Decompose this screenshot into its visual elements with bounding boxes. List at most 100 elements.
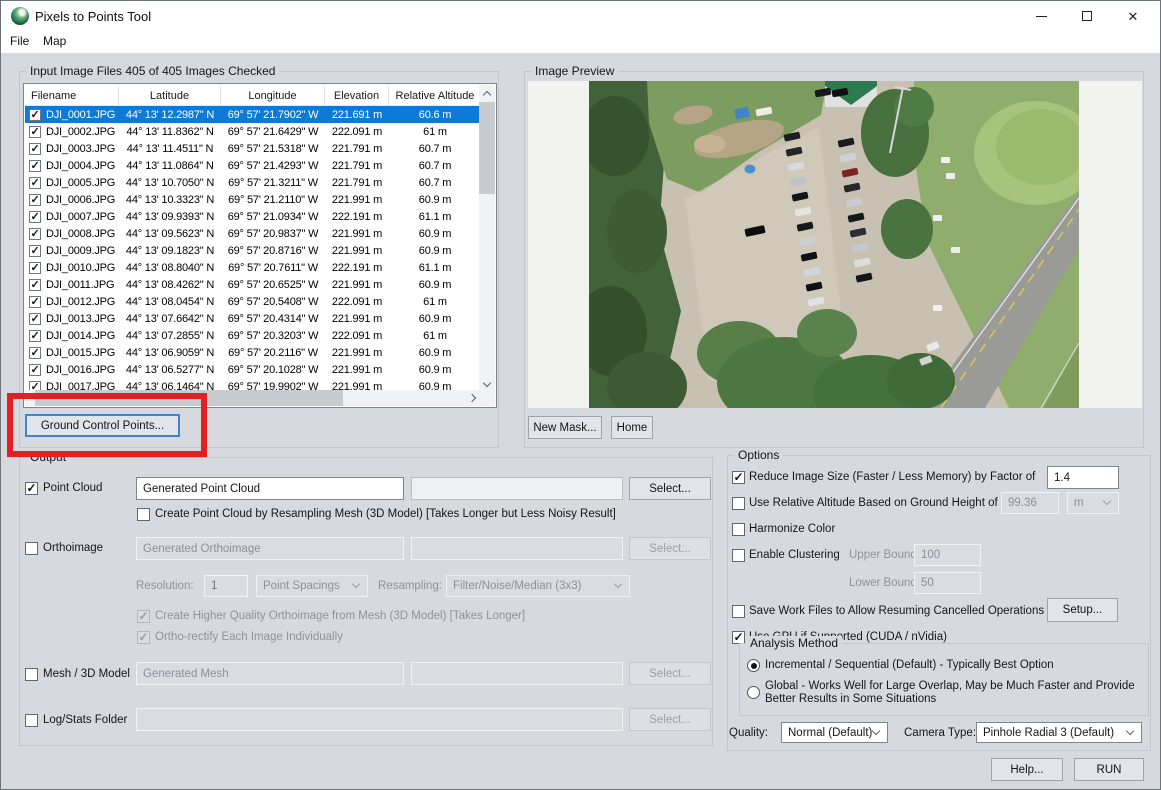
file-table: Filename Latitude Longitude Elevation Re…	[23, 83, 497, 408]
row-checkbox[interactable]	[29, 194, 41, 206]
point-cloud-label: Point Cloud	[43, 482, 102, 494]
filename-text: DJI_0006.JPG	[46, 194, 115, 206]
row-checkbox[interactable]	[29, 228, 41, 240]
file-table-body: DJI_0001.JPG 44° 13' 12.2987" N 69° 57' …	[25, 106, 481, 392]
menu-bar	[1, 31, 1160, 53]
quality-dropdown[interactable]: Normal (Default)	[781, 722, 888, 743]
globe-app-icon	[11, 7, 29, 25]
table-row[interactable]: DJI_0001.JPG 44° 13' 12.2987" N 69° 57' …	[25, 106, 481, 123]
enable-clustering-checkbox[interactable]	[732, 549, 745, 562]
row-checkbox[interactable]	[29, 262, 41, 274]
row-checkbox[interactable]	[29, 313, 41, 325]
menu-file[interactable]: File	[10, 34, 29, 48]
output-group-label: Output	[26, 450, 70, 464]
point-cloud-name-input[interactable]: Generated Point Cloud	[136, 477, 404, 500]
filename-text: DJI_0011.JPG	[46, 279, 114, 291]
column-header-latitude[interactable]: Latitude	[119, 85, 221, 106]
reduce-image-size-checkbox[interactable]	[732, 471, 745, 484]
log-stats-label: Log/Stats Folder	[43, 714, 127, 726]
cell-longitude: 69° 57' 20.4314" W	[221, 310, 325, 327]
column-header-elevation[interactable]: Elevation	[325, 85, 389, 106]
menu-map[interactable]: Map	[43, 34, 66, 48]
global-radio-label: Global - Works Well for Large Overlap, M…	[765, 680, 1147, 706]
row-checkbox[interactable]	[29, 245, 41, 257]
run-button[interactable]: RUN	[1074, 758, 1144, 781]
filename-text: DJI_0009.JPG	[46, 245, 115, 257]
horizontal-scrollbar[interactable]	[25, 390, 481, 406]
table-row[interactable]: DJI_0008.JPG 44° 13' 09.5623" N 69° 57' …	[25, 225, 481, 242]
column-header-filename[interactable]: Filename	[25, 85, 119, 106]
row-checkbox[interactable]	[29, 160, 41, 172]
close-button[interactable]: ✕	[1110, 1, 1156, 31]
maximize-button[interactable]	[1064, 1, 1110, 31]
global-radio[interactable]	[747, 686, 760, 699]
reduce-factor-input[interactable]: 1.4	[1047, 466, 1119, 489]
row-checkbox[interactable]	[29, 211, 41, 223]
relative-altitude-checkbox[interactable]	[732, 497, 745, 510]
scroll-up-button[interactable]	[479, 85, 495, 101]
row-checkbox[interactable]	[29, 296, 41, 308]
filename-text: DJI_0010.JPG	[46, 262, 115, 274]
scroll-right-icon	[467, 394, 475, 402]
row-checkbox[interactable]	[29, 330, 41, 342]
table-row[interactable]: DJI_0010.JPG 44° 13' 08.8040" N 69° 57' …	[25, 259, 481, 276]
pixels-to-points-dialog: Pixels to Points Tool ✕ File Map Input I…	[0, 0, 1161, 790]
table-row[interactable]: DJI_0012.JPG 44° 13' 08.0454" N 69° 57' …	[25, 293, 481, 310]
table-row[interactable]: DJI_0006.JPG 44° 13' 10.3323" N 69° 57' …	[25, 191, 481, 208]
row-checkbox[interactable]	[29, 143, 41, 155]
ground-control-points-button[interactable]: Ground Control Points...	[25, 414, 180, 437]
scrollbar-corner	[479, 390, 495, 406]
point-cloud-path-field[interactable]	[411, 477, 623, 500]
orthoimage-select-button: Select...	[629, 537, 711, 560]
horizontal-scroll-thumb[interactable]	[35, 390, 343, 406]
table-row[interactable]: DJI_0014.JPG 44° 13' 07.2855" N 69° 57' …	[25, 327, 481, 344]
point-cloud-checkbox[interactable]	[25, 482, 38, 495]
cell-relative-altitude: 60.9 m	[389, 225, 481, 242]
setup-button[interactable]: Setup...	[1047, 598, 1118, 622]
point-cloud-select-button[interactable]: Select...	[629, 477, 711, 500]
cell-latitude: 44° 13' 11.4511" N	[119, 140, 221, 157]
cell-relative-altitude: 60.9 m	[389, 361, 481, 378]
title-bar: Pixels to Points Tool ✕	[1, 1, 1160, 31]
column-header-relative-altitude[interactable]: Relative Altitude	[389, 85, 481, 106]
cell-longitude: 69° 57' 21.7902" W	[221, 106, 325, 123]
table-row[interactable]: DJI_0013.JPG 44° 13' 07.6642" N 69° 57' …	[25, 310, 481, 327]
minimize-button[interactable]	[1018, 1, 1064, 31]
table-row[interactable]: DJI_0009.JPG 44° 13' 09.1823" N 69° 57' …	[25, 242, 481, 259]
cell-relative-altitude: 60.9 m	[389, 191, 481, 208]
table-row[interactable]: DJI_0003.JPG 44° 13' 11.4511" N 69° 57' …	[25, 140, 481, 157]
cell-elevation: 222.191 m	[325, 208, 389, 225]
row-checkbox[interactable]	[29, 347, 41, 359]
mesh-checkbox[interactable]	[25, 668, 38, 681]
save-work-files-label: Save Work Files to Allow Resuming Cancel…	[749, 605, 1044, 617]
new-mask-button[interactable]: New Mask...	[528, 416, 602, 439]
cell-longitude: 69° 57' 20.2116" W	[221, 344, 325, 361]
resample-mesh-checkbox[interactable]	[137, 508, 150, 521]
help-button[interactable]: Help...	[991, 758, 1063, 781]
camera-type-dropdown[interactable]: Pinhole Radial 3 (Default)	[976, 722, 1142, 743]
vertical-scroll-thumb[interactable]	[479, 102, 495, 194]
table-row[interactable]: DJI_0011.JPG 44° 13' 08.4262" N 69° 57' …	[25, 276, 481, 293]
camera-type-label: Camera Type:	[904, 727, 976, 739]
table-row[interactable]: DJI_0007.JPG 44° 13' 09.9393" N 69° 57' …	[25, 208, 481, 225]
row-checkbox[interactable]	[29, 177, 41, 189]
incremental-radio[interactable]	[747, 659, 760, 672]
table-row[interactable]: DJI_0004.JPG 44° 13' 11.0864" N 69° 57' …	[25, 157, 481, 174]
table-row[interactable]: DJI_0016.JPG 44° 13' 06.5277" N 69° 57' …	[25, 361, 481, 378]
row-checkbox[interactable]	[29, 279, 41, 291]
home-button[interactable]: Home	[611, 416, 653, 439]
table-row[interactable]: DJI_0005.JPG 44° 13' 10.7050" N 69° 57' …	[25, 174, 481, 191]
column-header-longitude[interactable]: Longitude	[221, 85, 325, 106]
table-row[interactable]: DJI_0015.JPG 44° 13' 06.9059" N 69° 57' …	[25, 344, 481, 361]
log-stats-checkbox[interactable]	[25, 714, 38, 727]
cell-longitude: 69° 57' 21.4293" W	[221, 157, 325, 174]
cell-relative-altitude: 61 m	[389, 327, 481, 344]
row-checkbox[interactable]	[29, 364, 41, 376]
row-checkbox[interactable]	[29, 109, 41, 121]
save-work-files-checkbox[interactable]	[732, 605, 745, 618]
table-row[interactable]: DJI_0002.JPG 44° 13' 11.8362" N 69° 57' …	[25, 123, 481, 140]
row-checkbox[interactable]	[29, 126, 41, 138]
vertical-scrollbar[interactable]	[479, 85, 495, 392]
harmonize-color-checkbox[interactable]	[732, 523, 745, 536]
orthoimage-checkbox[interactable]	[25, 542, 38, 555]
